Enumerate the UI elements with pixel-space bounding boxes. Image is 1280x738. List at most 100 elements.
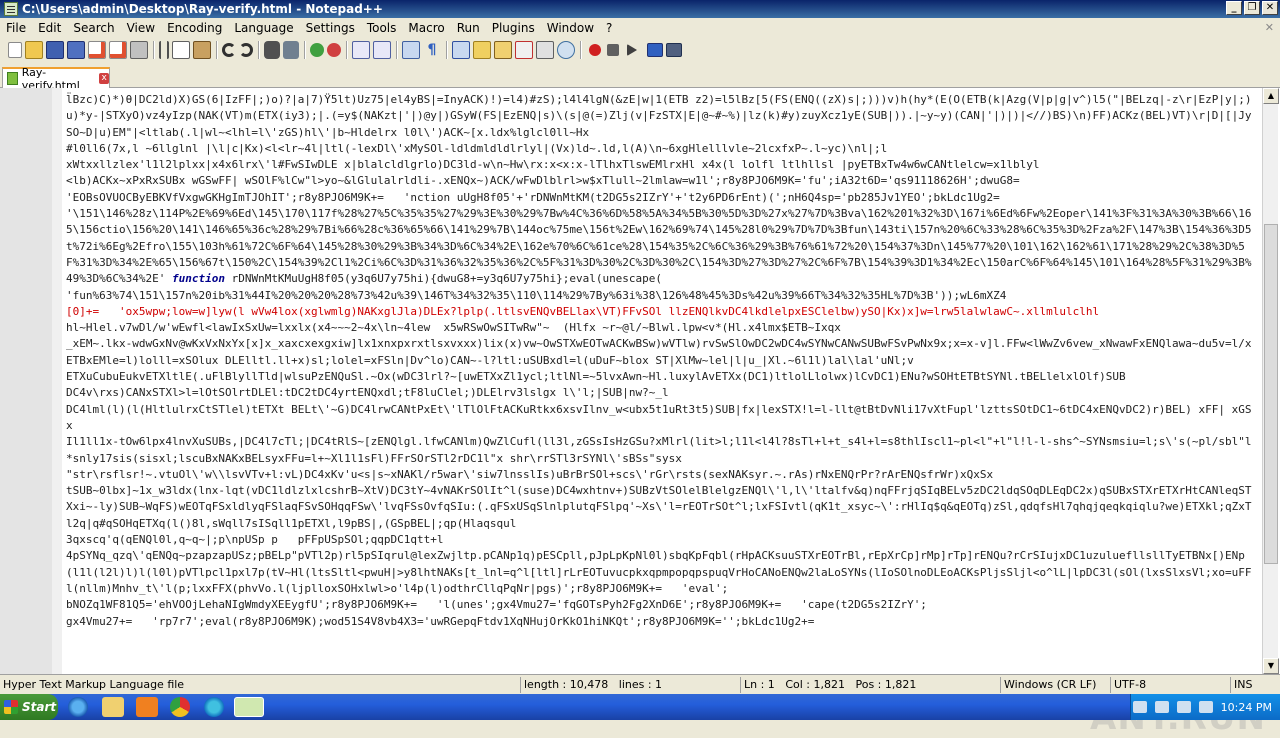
menu-tools[interactable]: Tools [361, 21, 403, 35]
doc-map-icon[interactable] [494, 41, 512, 59]
explorer-icon[interactable] [102, 697, 124, 717]
indent-guide-icon[interactable] [452, 41, 470, 59]
menu-plugins[interactable]: Plugins [486, 21, 541, 35]
vertical-scrollbar[interactable]: ▲ ▼ [1262, 88, 1279, 674]
fold-margin [52, 88, 62, 674]
close-file-icon[interactable] [88, 41, 106, 59]
code-line: ETXuCubuEukvETXltlE(.uFlBlyllTld|wlsuPzE… [66, 370, 1126, 384]
notepadpp-task-icon[interactable] [234, 697, 264, 717]
notepadpp-icon [4, 2, 18, 16]
status-length: length : 10,478 lines : 1 [520, 677, 740, 693]
scroll-up-icon[interactable]: ▲ [1263, 88, 1279, 104]
stop-record-icon[interactable] [607, 44, 619, 56]
edge-icon[interactable] [204, 697, 224, 717]
toolbar-separator [346, 41, 347, 59]
menu-settings[interactable]: Settings [300, 21, 361, 35]
restore-icon[interactable]: ❐ [1244, 1, 1260, 15]
tray-icon[interactable] [1176, 701, 1191, 713]
code-line: 'EOBsOVUOCByEBKVfVxgwGKHgImTJOhIT';r8y8P… [66, 190, 1000, 204]
editor-area[interactable]: l̈Bzc)C)*)θ|DC2ld)X)GS(6|IzFF|;)o)?|a|7)… [0, 88, 1280, 738]
close-icon[interactable]: ✕ [1262, 1, 1278, 15]
toolbar-separator [446, 41, 447, 59]
code-line: _xEM~.lkx-wdwGxNv@wKxVxNxYx[x]x_xaxcxexg… [66, 337, 1252, 367]
show-all-chars-icon[interactable]: ¶ [423, 41, 441, 59]
new-file-icon[interactable] [8, 42, 22, 58]
sync-vertical-icon[interactable] [352, 41, 370, 59]
code-text[interactable]: l̈Bzc)C)*)θ|DC2ld)X)GS(6|IzFF|;)o)?|a|7)… [66, 92, 1258, 666]
zoom-in-icon[interactable] [310, 43, 324, 57]
chrome-icon[interactable] [170, 697, 190, 717]
menu-file[interactable]: File [0, 21, 32, 35]
menu-run[interactable]: Run [451, 21, 486, 35]
menu-help[interactable]: ? [600, 21, 618, 35]
menu-search[interactable]: Search [67, 21, 120, 35]
tray-icon[interactable] [1198, 701, 1213, 713]
system-tray: 10:24 PM [1130, 694, 1280, 720]
code-line: "str\rsflsr!~.vtuOl\'w\\lsvVTv+l:vL)DC4x… [66, 467, 994, 481]
zoom-out-icon[interactable] [327, 43, 341, 57]
run-macro-multiple-icon[interactable] [647, 43, 663, 57]
word-wrap-icon[interactable] [402, 41, 420, 59]
undo-icon[interactable] [222, 43, 236, 57]
function-list-icon[interactable] [515, 41, 533, 59]
tab-ray-verify[interactable]: Ray-verify.html x [2, 66, 110, 92]
start-label: Start [22, 700, 57, 714]
play-macro-icon[interactable] [627, 44, 637, 56]
menu-edit[interactable]: Edit [32, 21, 67, 35]
find-icon[interactable] [264, 41, 280, 59]
start-button[interactable]: Start [0, 694, 58, 720]
status-encoding: UTF-8 [1110, 677, 1230, 693]
media-player-icon[interactable] [136, 697, 158, 717]
code-line: gx4Vmu27+= 'rp7r7';eval(r8y8PJO6M9K);wod… [66, 614, 815, 628]
code-line: DC4v\rxs)CANxSTXl>l=lOtSOlrtDLEl:tDC2tDC… [66, 386, 669, 400]
user-lang-icon[interactable] [473, 41, 491, 59]
clock[interactable]: 10:24 PM [1221, 701, 1272, 714]
close-all-icon[interactable] [109, 41, 127, 59]
replace-icon[interactable] [283, 41, 299, 59]
tab-close-icon[interactable]: x [99, 73, 109, 84]
code-line: 3qxscq'q(qENQl0l,q~q~|;p\npUSp p pFFpUSp… [66, 533, 444, 547]
function-keyword: function [171, 272, 225, 286]
ie-icon[interactable] [68, 697, 88, 717]
cut-icon[interactable] [159, 41, 169, 59]
status-position: Ln : 1 Col : 1,821 Pos : 1,821 [740, 677, 1000, 693]
code-line: DC4lml(l)(l(HltlulrxCtSTlel)tETXt BELt\'… [66, 402, 1252, 432]
menu-bar: File Edit Search View Encoding Language … [0, 18, 1280, 38]
code-line: <lb)ACKx~xPxRxSUBx wGSwFF| wSOlF%lCw"l>y… [66, 174, 1020, 188]
record-macro-icon[interactable] [589, 44, 601, 56]
folder-workspace-icon[interactable] [536, 41, 554, 59]
menu-language[interactable]: Language [228, 21, 299, 35]
minimize-icon[interactable]: _ [1226, 1, 1242, 15]
print-icon[interactable] [130, 41, 148, 59]
menu-encoding[interactable]: Encoding [161, 21, 228, 35]
title-bar: C:\Users\admin\Desktop\Ray-verify.html -… [0, 0, 1280, 18]
close-doc-icon[interactable]: ✕ [1265, 21, 1274, 34]
monitoring-icon[interactable] [557, 41, 575, 59]
status-length-value: length : 10,478 [524, 678, 609, 691]
status-ln: Ln : 1 [744, 678, 775, 691]
toolbar-separator [396, 41, 397, 59]
status-lines-value: lines : 1 [618, 678, 663, 691]
redo-icon[interactable] [239, 43, 253, 57]
code-line: tSUB~0lbx]~1x_w3ldx(lnx-lqt(vDC1ldlzlxlc… [66, 484, 1252, 530]
save-all-icon[interactable] [67, 41, 85, 59]
toolbar-separator [153, 41, 154, 59]
paste-icon[interactable] [193, 41, 211, 59]
menu-view[interactable]: View [121, 21, 161, 35]
status-pos: Pos : 1,821 [855, 678, 917, 691]
open-file-icon[interactable] [25, 41, 43, 59]
copy-icon[interactable] [172, 41, 190, 59]
code-line: l̈Bzc)C)*)θ|DC2ld)X)GS(6|IzFF|;)o)?|a|7)… [66, 93, 1252, 139]
code-line: ;r8y8PJO6M9K+= 'eval'; [569, 581, 729, 595]
scroll-down-icon[interactable]: ▼ [1263, 658, 1279, 674]
sync-horizontal-icon[interactable] [373, 41, 391, 59]
scroll-thumb[interactable] [1264, 224, 1278, 564]
save-macro-icon[interactable] [666, 43, 682, 57]
menu-window[interactable]: Window [541, 21, 600, 35]
save-icon[interactable] [46, 41, 64, 59]
toolbar: ¶ [0, 38, 1280, 62]
tray-icon[interactable] [1154, 701, 1169, 713]
tray-icon[interactable] [1132, 701, 1147, 713]
menu-macro[interactable]: Macro [402, 21, 450, 35]
code-line: 'fun%63%74\151\157n%20ib%31%44I%20%20%20… [66, 288, 1007, 302]
